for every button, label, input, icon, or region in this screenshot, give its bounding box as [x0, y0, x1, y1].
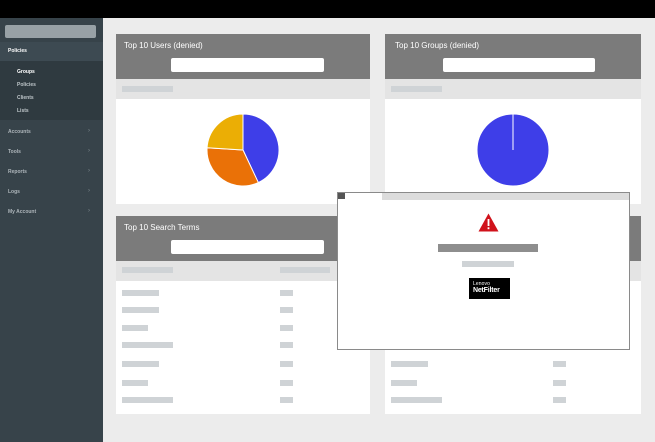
- table-row: [553, 361, 566, 367]
- sidebar-search-input[interactable]: [5, 25, 96, 38]
- table-row: [391, 380, 417, 386]
- modal-heading-placeholder: [438, 244, 538, 252]
- logo-text: NetFilter: [473, 287, 500, 294]
- sidebar-item-label: Reports: [8, 169, 27, 175]
- users-panel: Top 10 Users (denied): [116, 34, 370, 204]
- sidebar-item-accounts[interactable]: Accounts ›: [0, 126, 103, 138]
- sidebar-item-tools[interactable]: Tools ›: [0, 146, 103, 158]
- pie-slice: [206, 113, 244, 151]
- table-row: [391, 361, 428, 367]
- users-pie-chart: [206, 113, 280, 187]
- sidebar-item-logs[interactable]: Logs ›: [0, 186, 103, 198]
- panel-strip: [385, 79, 641, 99]
- sidebar-submenu: Groups Policies Clients Lists: [0, 61, 103, 120]
- table-row: [122, 361, 159, 367]
- groups-pie-chart: [476, 113, 550, 187]
- sidebar-item-my-account[interactable]: My Account ›: [0, 206, 103, 218]
- tab-marker-icon: [338, 193, 345, 199]
- table-row: [122, 342, 173, 348]
- panel-strip: [116, 79, 370, 99]
- sidebar-section-policies[interactable]: Policies: [0, 42, 103, 61]
- sidebar-item-label: Tools: [8, 149, 21, 155]
- table-row: [122, 307, 159, 313]
- sidebar: Policies Groups Policies Clients Lists A…: [0, 18, 103, 442]
- block-modal: Lenovo NetFilter: [337, 192, 630, 350]
- table-row: [280, 380, 293, 386]
- chevron-right-icon: ›: [88, 168, 90, 174]
- chevron-right-icon: ›: [88, 208, 90, 214]
- panel-title: Top 10 Search Terms: [124, 223, 200, 232]
- column-header-bar: [280, 267, 330, 273]
- table-row: [122, 290, 159, 296]
- sidebar-subitem-policies[interactable]: Policies: [17, 82, 36, 88]
- table-row: [553, 380, 566, 386]
- top-bar: [0, 0, 655, 18]
- search-terms-search-input[interactable]: [171, 240, 324, 254]
- table-row: [280, 342, 293, 348]
- table-row: [280, 361, 293, 367]
- panel-strip: [116, 261, 370, 281]
- table-row: [391, 397, 442, 403]
- groups-panel: Top 10 Groups (denied): [385, 34, 641, 204]
- chevron-right-icon: ›: [88, 188, 90, 194]
- panel-title: Top 10 Users (denied): [124, 41, 203, 50]
- sidebar-item-label: Accounts: [8, 129, 31, 135]
- search-terms-panel: Top 10 Search Terms: [116, 216, 370, 414]
- sidebar-item-label: Logs: [8, 189, 20, 195]
- table-row: [280, 307, 293, 313]
- warning-icon: [478, 213, 499, 232]
- modal-tab-bar: [338, 193, 629, 200]
- chevron-right-icon: ›: [88, 128, 90, 134]
- lenovo-netfilter-logo: Lenovo NetFilter: [469, 278, 510, 299]
- table-row: [280, 397, 293, 403]
- users-search-input[interactable]: [171, 58, 324, 72]
- panel-header: Top 10 Groups (denied): [385, 34, 641, 79]
- sidebar-subitem-clients[interactable]: Clients: [17, 95, 34, 101]
- table-row: [122, 325, 148, 331]
- sidebar-item-reports[interactable]: Reports ›: [0, 166, 103, 178]
- groups-search-input[interactable]: [443, 58, 595, 72]
- table-row: [553, 397, 566, 403]
- panel-header: Top 10 Search Terms: [116, 216, 370, 261]
- sidebar-item-label: My Account: [8, 209, 37, 215]
- table-row: [280, 325, 293, 331]
- table-row: [122, 380, 148, 386]
- panel-title: Top 10 Groups (denied): [395, 41, 480, 50]
- placeholder-bar: [391, 86, 442, 92]
- placeholder-bar: [122, 86, 173, 92]
- table-row: [280, 290, 293, 296]
- sidebar-subitem-groups[interactable]: Groups: [17, 69, 35, 75]
- modal-tab[interactable]: [338, 193, 382, 200]
- column-header-bar: [122, 267, 173, 273]
- chevron-right-icon: ›: [88, 148, 90, 154]
- table-row: [122, 397, 173, 403]
- sidebar-subitem-lists[interactable]: Lists: [17, 108, 29, 114]
- sidebar-section-label: Policies: [8, 48, 27, 54]
- modal-text-placeholder: [462, 261, 514, 267]
- panel-header: Top 10 Users (denied): [116, 34, 370, 79]
